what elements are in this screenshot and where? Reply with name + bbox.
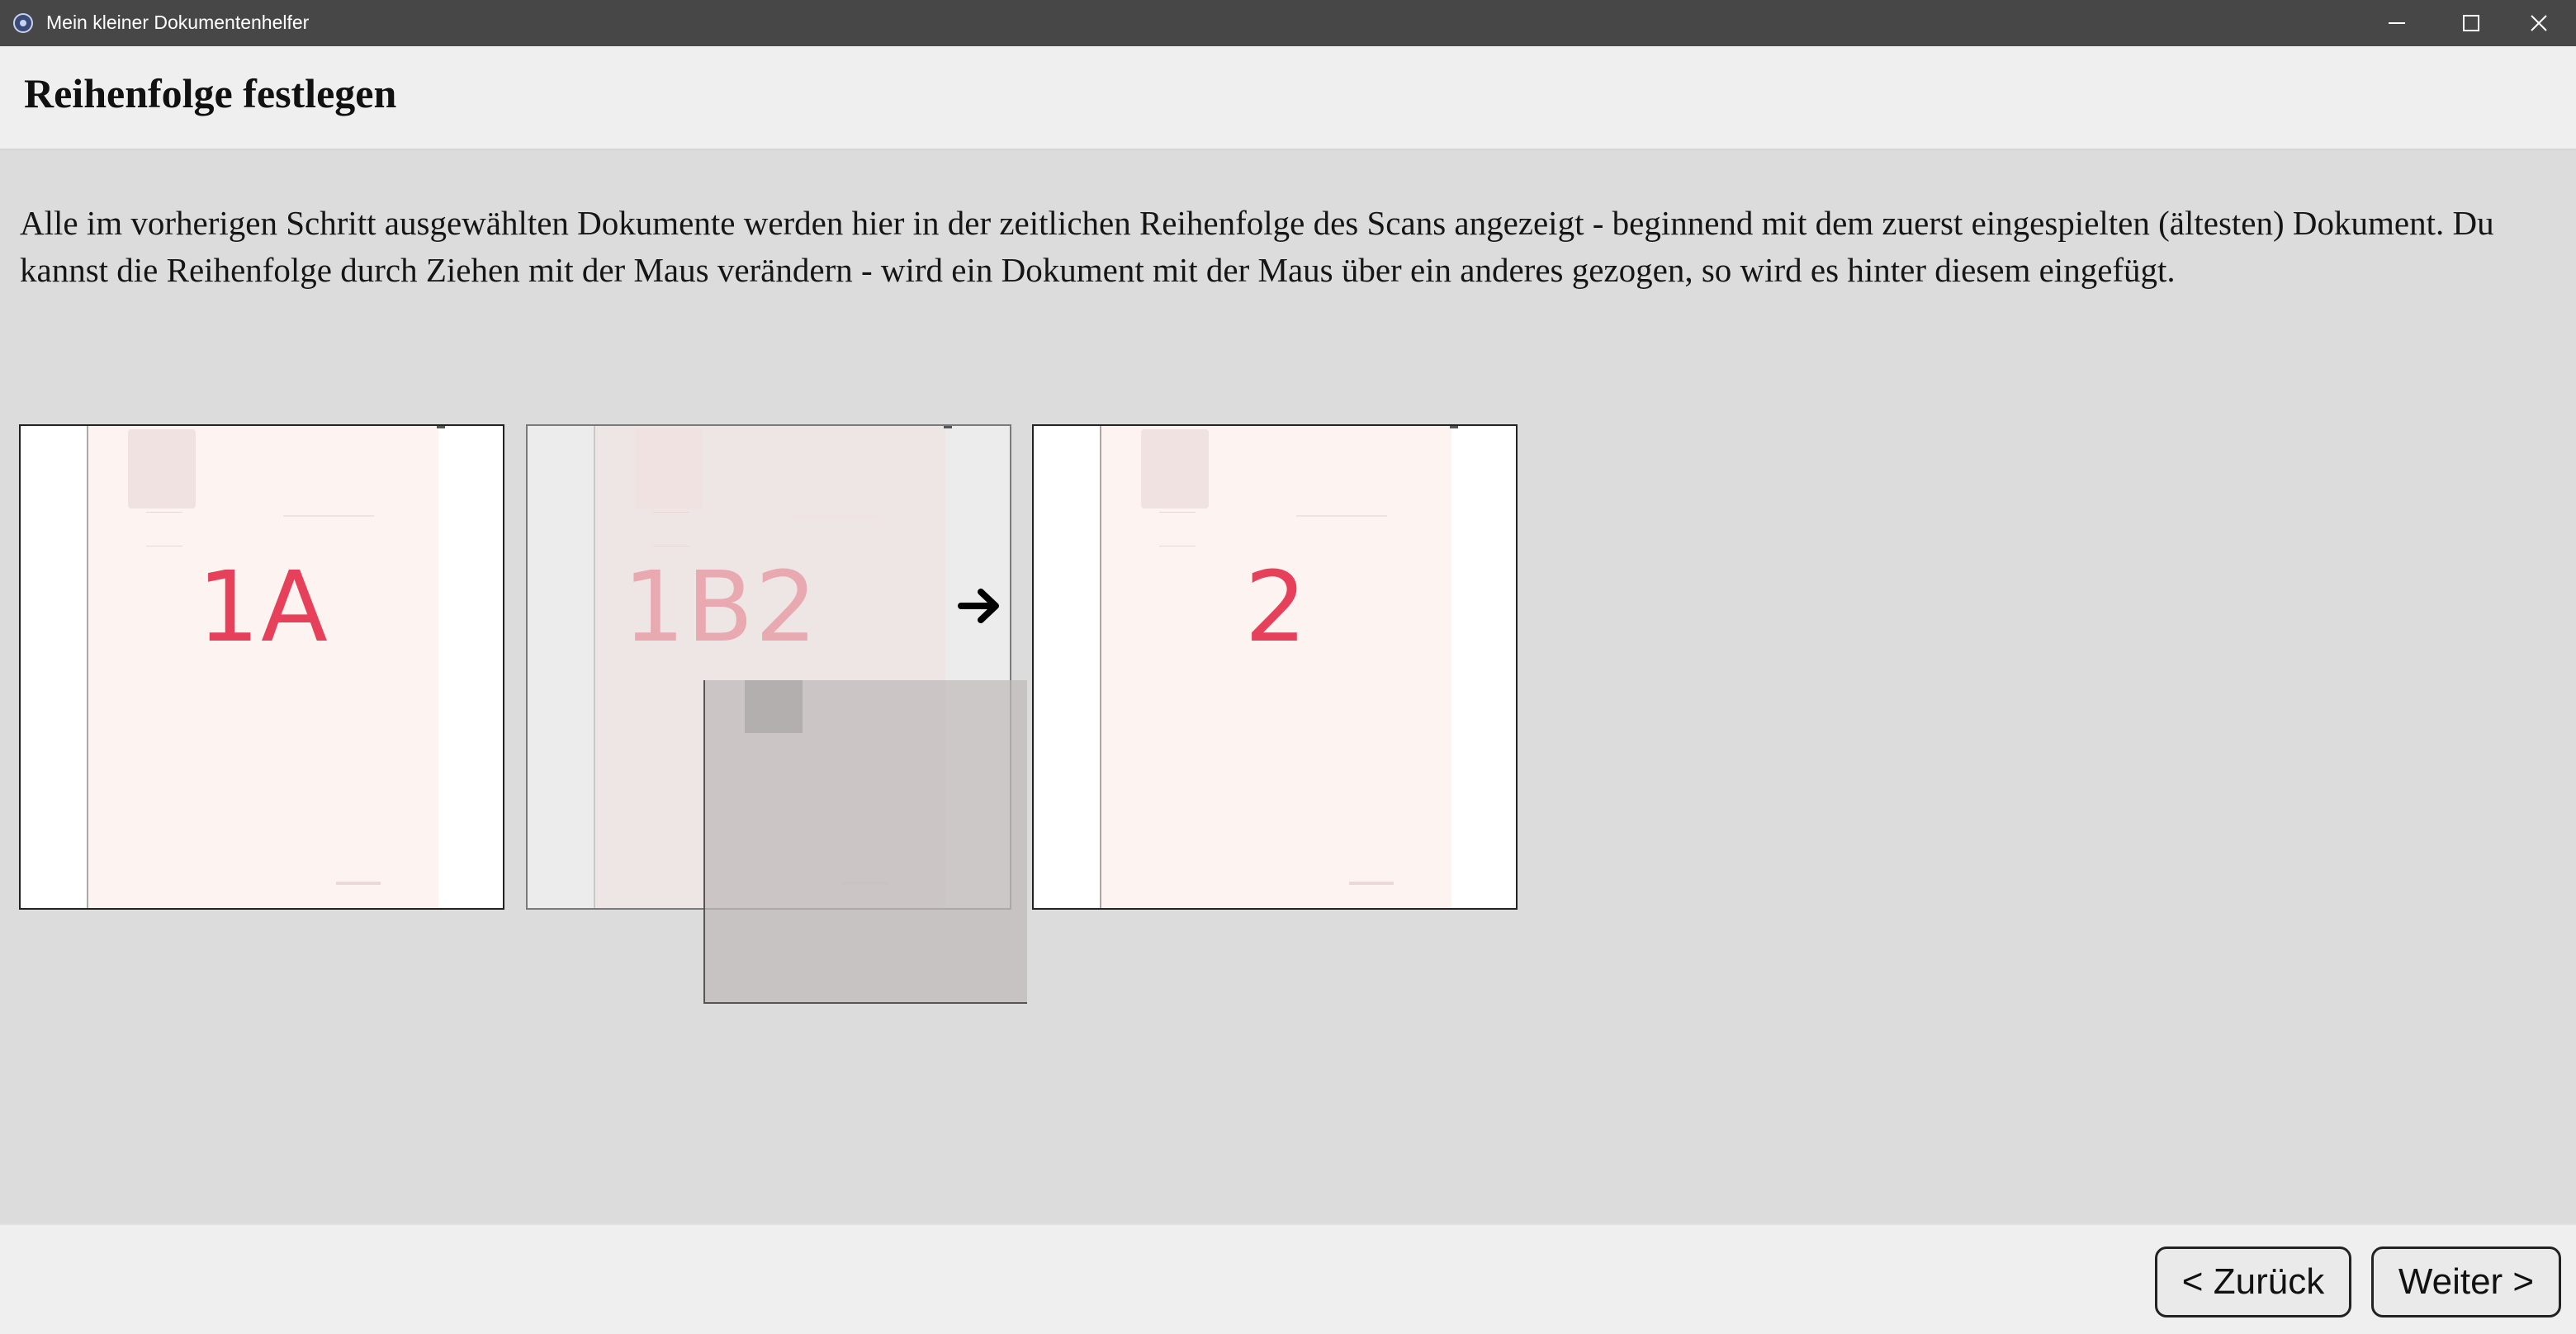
minimize-button[interactable] — [2360, 0, 2434, 46]
handwritten-label: 1B2 — [623, 550, 819, 664]
title-bar: Mein kleiner Dokumentenhelfer — [0, 0, 2576, 46]
main-content: Alle im vorherigen Schritt ausgewählten … — [0, 150, 2576, 1223]
gear-icon — [13, 13, 33, 33]
stamp-mark — [1141, 429, 1209, 509]
close-icon — [2531, 15, 2547, 31]
document-thumbnail[interactable]: 1A — [19, 424, 504, 910]
back-button[interactable]: < Zurück — [2155, 1246, 2351, 1317]
document-page: 2 — [1100, 426, 1451, 908]
document-page: 1A — [87, 426, 438, 908]
arrow-right-icon — [958, 589, 999, 623]
document-thumbnail[interactable]: 2 — [1032, 424, 1518, 910]
instruction-text: Alle im vorherigen Schritt ausgewählten … — [20, 204, 2494, 289]
stamp-mark — [128, 429, 196, 509]
page-header: Reihenfolge festlegen — [0, 46, 2576, 150]
stamp-mark — [635, 429, 703, 509]
minimize-icon — [2389, 22, 2405, 24]
maximize-button[interactable] — [2434, 0, 2508, 46]
handwritten-label: 2 — [1244, 550, 1309, 664]
drag-preview — [703, 680, 1027, 1004]
handwritten-label: 1A — [197, 550, 329, 664]
maximize-icon — [2463, 15, 2479, 31]
close-button[interactable] — [2502, 0, 2576, 46]
window-title: Mein kleiner Dokumentenhelfer — [46, 12, 310, 33]
next-button[interactable]: Weiter > — [2371, 1246, 2561, 1317]
page-title: Reihenfolge festlegen — [24, 70, 397, 116]
footer-bar: < Zurück Weiter > — [0, 1223, 2576, 1334]
